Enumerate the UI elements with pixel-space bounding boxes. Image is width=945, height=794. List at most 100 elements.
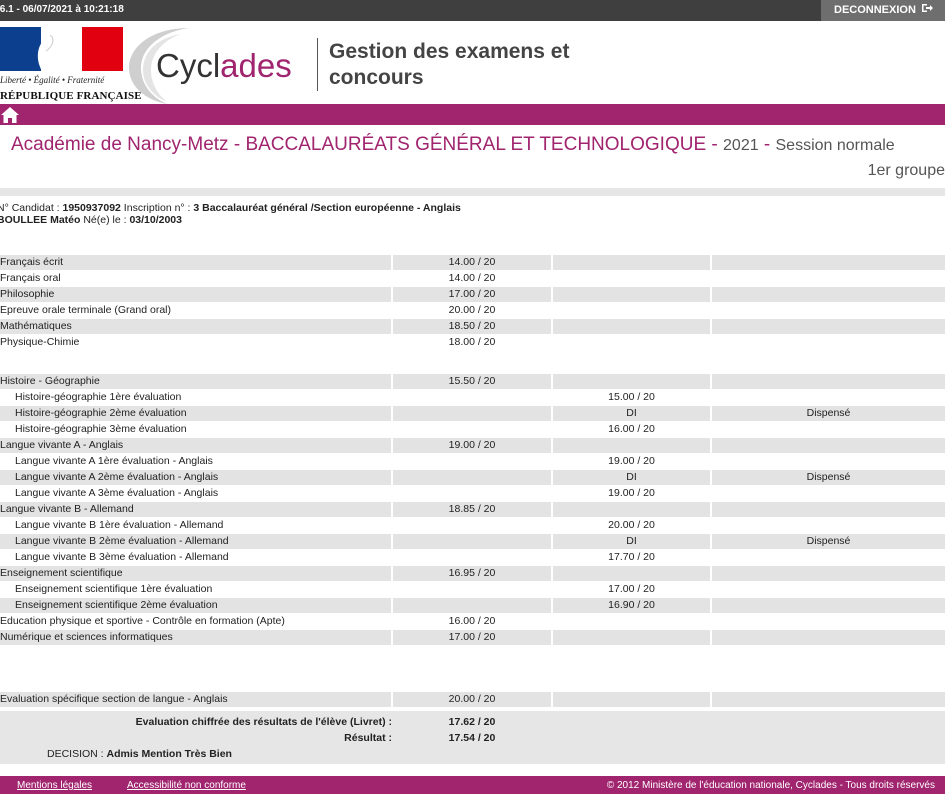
version-timestamp: .6.1 - 06/07/2021 à 10:21:18 (0, 4, 124, 15)
logout-label: DECONNEXION (834, 4, 916, 16)
table-row: Histoire-géographie 1ère évaluation 15.00… (0, 390, 945, 405)
exam-year: 2021 (723, 137, 759, 154)
evaluation-info (712, 630, 945, 645)
evaluation-grade (553, 630, 710, 645)
subject-grade: 16.95 / 20 (393, 566, 551, 581)
evaluation-grade (553, 438, 710, 453)
evaluation-grade (553, 287, 710, 302)
table-row: Education physique et sportive - Contrôl… (0, 614, 945, 629)
table-row: Langue vivante B 2ème évaluation - Allem… (0, 534, 945, 549)
separator: - (758, 134, 776, 155)
subject-grade: 18.50 / 20 (393, 319, 551, 334)
table-row: Français oral 14.00 / 20 (0, 271, 945, 286)
evaluation-info (712, 502, 945, 517)
subject-grade: 16.00 / 20 (448, 615, 496, 627)
subject-label: Histoire-géographie 1ère évaluation (15, 391, 182, 403)
header-divider (317, 38, 318, 91)
evaluation-info (712, 319, 945, 334)
subject-label: Langue vivante B - Allemand (0, 502, 391, 517)
decision-value: Admis Mention Très Bien (106, 748, 232, 760)
subject-grade: 14.00 / 20 (448, 272, 496, 284)
birth-label: Né(e) le : (80, 214, 130, 226)
table-row: Enseignement scientifique 1ère évaluatio… (0, 582, 945, 597)
table-row: Langue vivante A - Anglais 19.00 / 20 (0, 438, 945, 453)
subject-label: Langue vivante B 3ème évaluation - Allem… (15, 551, 229, 563)
evaluation-info (712, 598, 945, 613)
republique-francaise-logo: Liberté • Égalité • Fraternité RÉPUBLIQU… (0, 27, 142, 103)
logout-button[interactable]: DECONNEXION (821, 0, 945, 21)
table-row: Langue vivante B 3ème évaluation - Allem… (0, 550, 945, 565)
evaluation-grade: 17.00 / 20 (608, 583, 655, 595)
subject-grade (393, 550, 551, 565)
evaluation-grade: DI (553, 470, 710, 485)
legal-link[interactable]: Mentions légales (17, 780, 92, 791)
table-row: Evaluation spécifique section de langue … (0, 692, 945, 707)
subject-label: Langue vivante B 1ère évaluation - Allem… (15, 519, 224, 531)
subject-label: Langue vivante A 1ère évaluation - Angla… (15, 455, 213, 467)
table-row: Enseignement scientifique 2ème évaluatio… (0, 598, 945, 613)
evaluation-info (712, 390, 945, 405)
separator: - (706, 134, 724, 155)
evaluation-grade (553, 566, 710, 581)
evaluation-info (712, 287, 945, 302)
evaluation-grade: DI (553, 534, 710, 549)
republic-motto: Liberté • Égalité • Fraternité (0, 75, 105, 85)
brand-accent: ades (220, 47, 292, 84)
subject-label: Histoire - Géographie (0, 374, 391, 389)
accessibility-link[interactable]: Accessibilité non conforme (127, 780, 246, 791)
evaluation-grade (553, 255, 710, 270)
academie: Académie de Nancy-Metz (11, 134, 229, 155)
evaluation-grade (553, 374, 710, 389)
subject-grade: 15.50 / 20 (393, 374, 551, 389)
evaluation-info (712, 271, 945, 286)
evaluation-info (712, 422, 945, 437)
evaluation-info (712, 303, 945, 318)
results-summary: Evaluation chiffrée des résultats de l'é… (0, 711, 945, 764)
table-row: Epreuve orale terminale (Grand oral) 20.0… (0, 303, 945, 318)
subject-label: Français oral (0, 272, 61, 284)
result-value: 17.54 / 20 (448, 732, 496, 744)
evaluation-info: Dispensé (712, 406, 945, 421)
exam-heading: Académie de Nancy-Metz - BACCALAURÉATS G… (11, 134, 895, 156)
subject-grade (393, 518, 551, 533)
table-row: Langue vivante A 1ère évaluation - Angla… (0, 454, 945, 469)
livret-value: 17.62 / 20 (448, 716, 496, 728)
evaluation-info (712, 374, 945, 389)
decision-label: DECISION : (47, 748, 107, 760)
session-name: Session normale (775, 137, 895, 154)
evaluation-grade (553, 335, 710, 350)
nav-bar (0, 104, 945, 125)
evaluation-info (712, 335, 945, 350)
evaluation-info (712, 255, 945, 270)
table-row: Histoire - Géographie 15.50 / 20 (0, 374, 945, 389)
evaluation-info (712, 614, 945, 629)
evaluation-info: Dispensé (712, 534, 945, 549)
evaluation-grade: 17.70 / 20 (608, 551, 655, 563)
candidate-name: BOULLEE Matéo (0, 214, 81, 226)
evaluation-grade: 19.00 / 20 (608, 487, 655, 499)
table-row: Français écrit 14.00 / 20 (0, 255, 945, 270)
table-row: Langue vivante B 1ère évaluation - Allem… (0, 518, 945, 533)
subject-grade (393, 454, 551, 469)
subject-label: Mathématiques (0, 319, 391, 334)
table-row: Histoire-géographie 3ème évaluation 16.00… (0, 422, 945, 437)
decision: DECISION : Admis Mention Très Bien (47, 748, 232, 760)
subject-label: Langue vivante A 3ème évaluation - Angla… (15, 487, 219, 499)
subject-label: Evaluation spécifique section de langue … (0, 692, 391, 707)
table-row: Langue vivante A 2ème évaluation - Angla… (0, 470, 945, 485)
subject-label: Enseignement scientifique 1ère évaluatio… (15, 583, 213, 595)
candidate-info: N° Candidat : 1950937092 Inscription n° … (0, 202, 461, 226)
evaluation-grade: DI (553, 406, 710, 421)
result-label: Résultat : (344, 732, 392, 744)
evaluation-info (712, 518, 945, 533)
subject-grade: 17.00 / 20 (393, 287, 551, 302)
evaluation-grade: 15.00 / 20 (608, 391, 655, 403)
subject-label: Enseignement scientifique (0, 566, 391, 581)
subject-label: Histoire-géographie 2ème évaluation (0, 406, 391, 421)
evaluation-info (712, 566, 945, 581)
evaluation-info (712, 582, 945, 597)
subject-grade (393, 390, 551, 405)
subject-grade: 18.00 / 20 (448, 336, 496, 348)
home-icon[interactable] (0, 105, 20, 125)
subject-grade (393, 486, 551, 501)
